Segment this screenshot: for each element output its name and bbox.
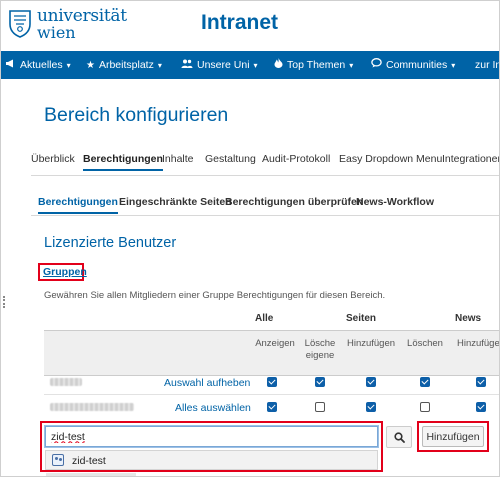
section-title: Lizenzierte Benutzer <box>44 235 177 251</box>
column-group-news: News <box>455 313 482 324</box>
nav-label: Unsere Uni <box>197 59 250 71</box>
checkbox[interactable] <box>315 377 325 387</box>
nav-label: Aktuelles <box>20 59 63 71</box>
subheader-divider <box>44 375 499 376</box>
checkbox[interactable] <box>476 402 486 412</box>
tab-berechtigungen[interactable]: Berechtigungen <box>83 153 163 171</box>
column-seiten-loeschen: Löschen <box>407 338 443 349</box>
page-title: Bereich konfigurieren <box>44 104 229 126</box>
chevron-down-icon: ▾ <box>349 61 354 70</box>
checkbox[interactable] <box>420 402 430 412</box>
logo-text-line2: wien <box>37 23 76 42</box>
megaphone-icon <box>5 52 16 80</box>
add-button[interactable]: Hinzufügen <box>422 426 484 447</box>
subtab-news-workflow[interactable]: News-Workflow <box>356 196 434 208</box>
tab-gestaltung[interactable]: Gestaltung <box>205 153 256 165</box>
nav-unsere-uni[interactable]: Unsere Uni ▾ <box>181 51 258 79</box>
subtab-eingeschraenkte-seiten[interactable]: Eingeschränkte Seiten <box>119 196 232 208</box>
chevron-down-icon: ▾ <box>451 61 456 70</box>
tab-integrationen[interactable]: Integrationen <box>442 153 499 165</box>
column-group-seiten: Seiten <box>346 313 377 324</box>
deselect-all-link[interactable]: Auswahl aufheben <box>164 377 250 389</box>
nav-communities[interactable]: Communities ▾ <box>371 51 455 79</box>
chevron-down-icon: ▾ <box>157 61 162 70</box>
checkbox[interactable] <box>476 377 486 387</box>
people-icon <box>181 52 193 80</box>
obscured-text <box>46 473 136 476</box>
subtab-bar: Berechtigungen Eingeschränkte Seiten Ber… <box>31 194 499 216</box>
redacted-group-name <box>50 403 134 411</box>
checkbox[interactable] <box>267 402 277 412</box>
tab-bar: Überblick Berechtigungen Inhalte Gestalt… <box>31 152 499 176</box>
row-divider <box>44 394 499 395</box>
search-button[interactable] <box>386 426 412 448</box>
column-group-alle: Alle <box>255 313 274 324</box>
fire-icon <box>274 52 283 80</box>
nav-label: zur Int <box>475 59 499 71</box>
checkbox[interactable] <box>267 377 277 387</box>
nav-top-themen[interactable]: Top Themen ▾ <box>274 51 353 79</box>
groups-heading: Gruppen <box>43 266 87 278</box>
column-seiten-hinzufuegen: Hinzufügen <box>346 338 396 349</box>
scroll-edge-marker <box>3 296 6 308</box>
column-news-hinzufuegen: Hinzufügen <box>456 338 500 349</box>
checkbox[interactable] <box>420 377 430 387</box>
nav-label: Top Themen <box>287 59 346 71</box>
university-logo[interactable]: universität wien <box>7 6 127 44</box>
site-title[interactable]: Intranet <box>201 11 278 35</box>
chevron-down-icon: ▾ <box>66 61 71 70</box>
tab-easy-dropdown-menu[interactable]: Easy Dropdown Menu <box>339 153 442 165</box>
highlight-box: Gruppen <box>38 263 87 281</box>
group-search-input[interactable] <box>44 425 379 448</box>
nav-aktuelles[interactable]: Aktuelles ▾ <box>5 51 71 79</box>
chevron-down-icon: ▾ <box>253 61 258 70</box>
search-icon <box>394 432 405 443</box>
checkbox[interactable] <box>366 377 376 387</box>
group-icon <box>52 454 64 466</box>
nav-arbeitsplatz[interactable]: ★ Arbeitsplatz ▾ <box>86 51 162 79</box>
groups-description: Gewähren Sie allen Mitgliedern einer Gru… <box>44 290 386 301</box>
subtab-berechtigungen[interactable]: Berechtigungen <box>38 196 118 214</box>
main-navigation: Aktuelles ▾ ★ Arbeitsplatz ▾ Unsere Uni ▾ To… <box>1 51 499 79</box>
highlight-box: Hinzufügen <box>417 421 489 452</box>
highlight-box: zid-test <box>40 421 383 472</box>
autocomplete-suggestion[interactable]: zid-test <box>45 450 378 470</box>
nav-zur-intranet[interactable]: zur Int <box>475 51 499 79</box>
column-loesche-eigene: Lösche eigene <box>304 338 336 361</box>
star-icon: ★ <box>86 60 95 71</box>
browser-frame: universität wien Intranet Aktuelles ▾ ★ Ar… <box>0 0 500 477</box>
redacted-group-name <box>50 378 82 386</box>
permissions-table: Alle Seiten News Anzeigen Lösche eigene … <box>44 308 500 420</box>
select-all-link[interactable]: Alles auswählen <box>175 402 251 414</box>
tab-inhalte[interactable]: Inhalte <box>162 153 194 165</box>
nav-label: Arbeitsplatz <box>98 59 154 71</box>
subtab-berechtigungen-ueberpruefen[interactable]: Berechtigungen überprüfen <box>225 196 363 208</box>
tab-audit-protokoll[interactable]: Audit-Protokoll <box>262 153 330 165</box>
comment-icon <box>371 52 382 80</box>
column-anzeigen: Anzeigen <box>255 338 295 349</box>
site-header: universität wien Intranet <box>1 1 499 51</box>
checkbox[interactable] <box>366 402 376 412</box>
nav-label: Communities <box>386 59 448 71</box>
suggestion-label: zid-test <box>72 455 106 467</box>
univie-emblem-icon <box>9 10 31 38</box>
tab-ueberblick[interactable]: Überblick <box>31 153 75 165</box>
checkbox[interactable] <box>315 402 325 412</box>
